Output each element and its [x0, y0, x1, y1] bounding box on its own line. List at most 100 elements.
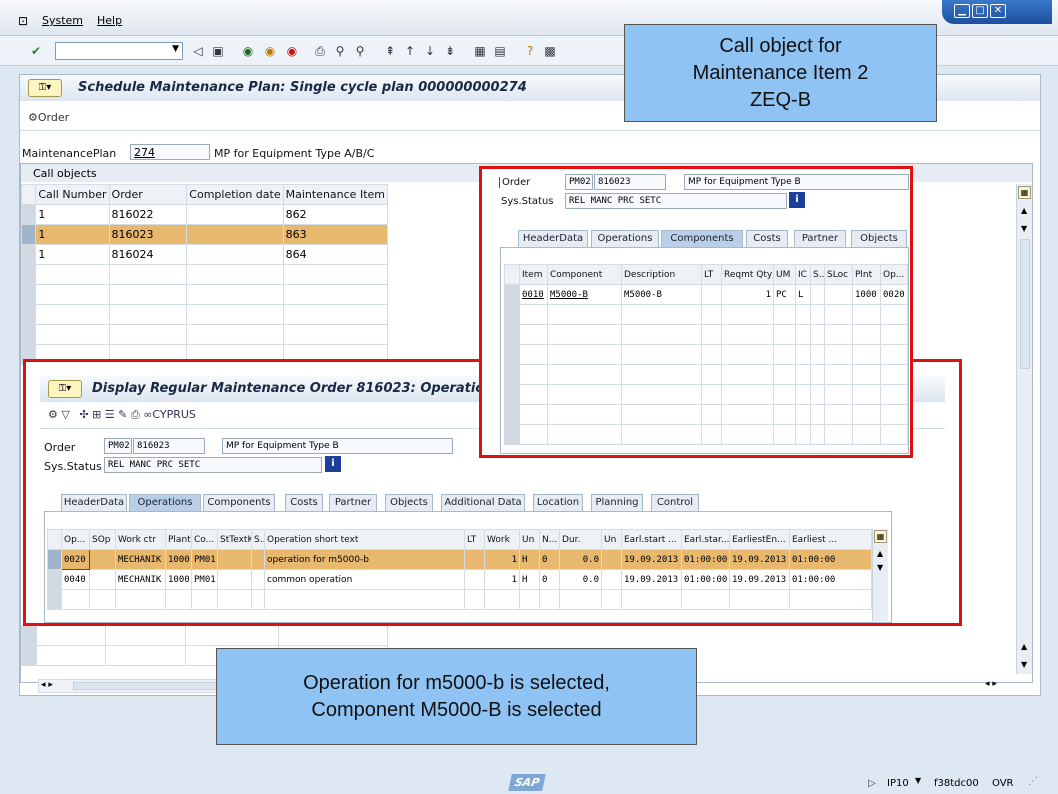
col-ic[interactable]: IC: [795, 264, 811, 285]
cancel-icon[interactable]: ◉: [284, 43, 300, 59]
row-selector[interactable]: [20, 204, 37, 225]
last-page-icon[interactable]: ⇟: [442, 43, 458, 59]
table-row[interactable]: [20, 284, 389, 305]
print-icon[interactable]: ⎙: [131, 408, 140, 421]
table-row[interactable]: [20, 324, 389, 345]
table-row[interactable]: [504, 404, 908, 425]
table-row[interactable]: [47, 589, 872, 610]
comp-order-type[interactable]: PM02: [565, 174, 593, 190]
scroll-thumb[interactable]: [1020, 239, 1030, 369]
row-selector[interactable]: [20, 244, 37, 265]
find-next-icon[interactable]: ⚲: [352, 43, 368, 59]
table-row-selected[interactable]: 0020 MECHANIK 1000 PM01 operation for m5…: [47, 549, 872, 570]
layout-icon[interactable]: ▩: [542, 43, 558, 59]
col-reqmt-qty[interactable]: Reqmt Qty: [721, 264, 774, 285]
col-earliest-end-date[interactable]: EarliestEn...: [729, 529, 790, 550]
table-row[interactable]: [504, 344, 908, 365]
tab-partner[interactable]: Partner: [794, 230, 846, 247]
menu-icon[interactable]: ⊡: [18, 14, 28, 28]
prev-page-icon[interactable]: ↑: [402, 43, 418, 59]
col-s[interactable]: S..: [251, 529, 265, 550]
table-row[interactable]: [504, 324, 908, 345]
select-all-cell[interactable]: [20, 184, 37, 205]
close-icon[interactable]: ✕: [990, 4, 1006, 18]
first-page-icon[interactable]: ⇞: [382, 43, 398, 59]
back-arrow-icon[interactable]: ◁: [190, 43, 206, 59]
tab-location[interactable]: Location: [533, 494, 583, 511]
find-icon[interactable]: ⚲: [332, 43, 348, 59]
col-earl-start-date[interactable]: Earl.start ...: [621, 529, 682, 550]
vertical-scrollbar[interactable]: ▦ ▲ ▼ ▲ ▼: [1016, 184, 1032, 674]
tab-headerdata[interactable]: HeaderData: [61, 494, 127, 511]
next-page-icon[interactable]: ↓: [422, 43, 438, 59]
col-work-center[interactable]: Work ctr: [115, 529, 166, 550]
scroll-up-icon[interactable]: ▲: [1021, 642, 1027, 651]
operations-scrollbar[interactable]: ▦ ▲ ▼: [872, 529, 888, 621]
tab-partner[interactable]: Partner: [329, 494, 377, 511]
tab-costs[interactable]: Costs: [746, 230, 788, 247]
tab-additional-data[interactable]: Additional Data: [441, 494, 525, 511]
tab-control[interactable]: Control: [651, 494, 699, 511]
col-control-key[interactable]: Co...: [191, 529, 218, 550]
new-session-icon[interactable]: ▦: [472, 43, 488, 59]
plan-field[interactable]: 274: [130, 144, 210, 160]
col-maintenance-item[interactable]: Maintenance Item: [282, 184, 389, 205]
shortcut-icon[interactable]: ▤: [492, 43, 508, 59]
component-icon[interactable]: ✣: [79, 408, 88, 421]
info-icon[interactable]: i: [325, 456, 341, 472]
tab-objects[interactable]: Objects: [385, 494, 433, 511]
col-work[interactable]: Work: [484, 529, 520, 550]
table-row[interactable]: [504, 424, 908, 445]
col-earliest-end-time[interactable]: Earliest ...: [789, 529, 872, 550]
cell-component[interactable]: M5000-B: [547, 284, 622, 305]
tab-objects[interactable]: Objects: [851, 230, 907, 247]
filter-icon[interactable]: ▽: [61, 408, 69, 421]
list-icon[interactable]: ☰: [105, 408, 115, 421]
change-icon[interactable]: ⚙: [48, 408, 58, 421]
select-all-cell[interactable]: [504, 264, 520, 285]
maximize-icon[interactable]: □: [972, 4, 988, 18]
col-sop[interactable]: SOp: [89, 529, 116, 550]
info-icon[interactable]: i: [789, 192, 805, 208]
chevron-down-icon[interactable]: ▼: [172, 44, 179, 54]
col-call-number[interactable]: Call Number: [35, 184, 110, 205]
save-icon[interactable]: ▣: [210, 43, 226, 59]
col-plant[interactable]: Plnt: [852, 264, 881, 285]
col-description[interactable]: Description: [621, 264, 702, 285]
table-row[interactable]: [20, 264, 389, 285]
back-icon[interactable]: ◉: [240, 43, 256, 59]
col-unit2[interactable]: Un: [601, 529, 622, 550]
col-plant[interactable]: Plant: [165, 529, 192, 550]
comp-order-number[interactable]: 816023: [594, 174, 666, 190]
table-row[interactable]: 0010 M5000-B M5000-B 1 PC L 1000 0020: [504, 284, 908, 305]
scroll-left-icon[interactable]: ◂ ▸: [41, 680, 53, 690]
col-order[interactable]: Order: [108, 184, 188, 205]
table-row[interactable]: 1 816024 864: [20, 244, 389, 265]
table-row[interactable]: 0040 MECHANIK 1000 PM01 common operation…: [47, 569, 872, 590]
expand-status-icon[interactable]: ▷: [868, 778, 876, 789]
help-icon[interactable]: ?: [522, 43, 538, 59]
sap-menu-icon[interactable]: ⚿▾: [28, 79, 62, 97]
exit-icon[interactable]: ◉: [262, 43, 278, 59]
tab-planning[interactable]: Planning: [591, 494, 643, 511]
op-order-type[interactable]: PM02: [104, 438, 132, 454]
row-selector[interactable]: [504, 284, 520, 305]
menu-help[interactable]: Help: [97, 14, 122, 27]
col-completion-date[interactable]: Completion date: [186, 184, 284, 205]
col-op[interactable]: Op...: [61, 529, 90, 550]
tab-components[interactable]: Components: [203, 494, 275, 511]
table-row[interactable]: [504, 384, 908, 405]
col-lt[interactable]: LT: [701, 264, 722, 285]
select-all-cell[interactable]: [47, 529, 62, 550]
col-component[interactable]: Component: [547, 264, 622, 285]
scroll-up-icon[interactable]: ▲: [877, 549, 883, 558]
scroll-down-icon[interactable]: ▼: [1021, 224, 1027, 233]
table-row[interactable]: [504, 304, 908, 325]
col-unit[interactable]: Un: [519, 529, 540, 550]
tab-components[interactable]: Components: [661, 230, 743, 247]
op-order-number[interactable]: 816023: [133, 438, 205, 454]
tab-costs[interactable]: Costs: [285, 494, 323, 511]
col-short-text[interactable]: Operation short text: [264, 529, 465, 550]
chevron-down-icon[interactable]: ▼: [915, 776, 921, 785]
resize-grip-icon[interactable]: ⋰: [1028, 776, 1038, 787]
